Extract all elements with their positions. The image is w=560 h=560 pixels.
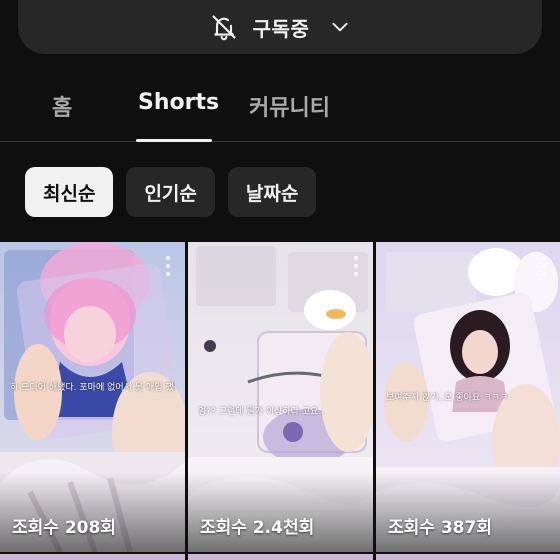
short-video-item[interactable]: 보여주지 않기..오 좋아요 ㅋㅋㅋ 조회수 387회: [376, 242, 560, 552]
short-video-item[interactable]: 엄?? 그런데 뭔가 이상하다 고요.. 조회수 2.4천회: [188, 242, 373, 552]
subscribe-label: 구독중: [252, 16, 310, 41]
view-count: 조회수 387회: [388, 518, 492, 538]
next-row-thumbnail[interactable]: [188, 554, 373, 560]
tab-home[interactable]: 홈: [52, 90, 72, 122]
bell-off-icon: [209, 12, 239, 42]
channel-tabs: 홈 Shorts 커뮤니티: [0, 78, 560, 142]
tab-community[interactable]: 커뮤니티: [249, 90, 330, 122]
thumbnail-shade: [376, 472, 560, 552]
short-caption: 보여주지 않기..오 좋아요 ㅋㅋㅋ: [386, 393, 508, 403]
short-caption: 엄?? 그런데 뭔가 이상하다 고요..: [198, 407, 325, 417]
sort-chips: 최신순 인기순 날짜순: [25, 167, 317, 217]
chip-popular[interactable]: 인기순: [126, 167, 215, 217]
short-caption: 하 드디어 해냈다. 포마에 없어서 못 매입 했는데: [10, 383, 175, 393]
next-row-thumbnail[interactable]: [376, 554, 560, 560]
more-options-icon[interactable]: [353, 256, 359, 276]
chip-by-date[interactable]: 날짜순: [227, 167, 317, 217]
active-tab-indicator: [136, 139, 212, 142]
thumbnail-shade: [188, 472, 373, 552]
thumbnail-shade: [0, 472, 185, 552]
view-count: 조회수 208회: [12, 518, 116, 538]
subscribe-button[interactable]: 구독중: [18, 0, 542, 54]
chevron-down-icon: [329, 16, 351, 38]
next-row-thumbnail[interactable]: [0, 554, 185, 560]
more-options-icon[interactable]: [540, 256, 546, 276]
tab-shorts[interactable]: Shorts: [138, 90, 219, 115]
more-options-icon[interactable]: [165, 256, 171, 276]
short-video-item[interactable]: 하 드디어 해냈다. 포마에 없어서 못 매입 했는데 조회수 208회: [0, 242, 185, 552]
shorts-grid: 하 드디어 해냈다. 포마에 없어서 못 매입 했는데 조회수 208회 엄??…: [0, 242, 560, 560]
view-count: 조회수 2.4천회: [200, 518, 315, 538]
chip-latest[interactable]: 최신순: [25, 167, 114, 217]
